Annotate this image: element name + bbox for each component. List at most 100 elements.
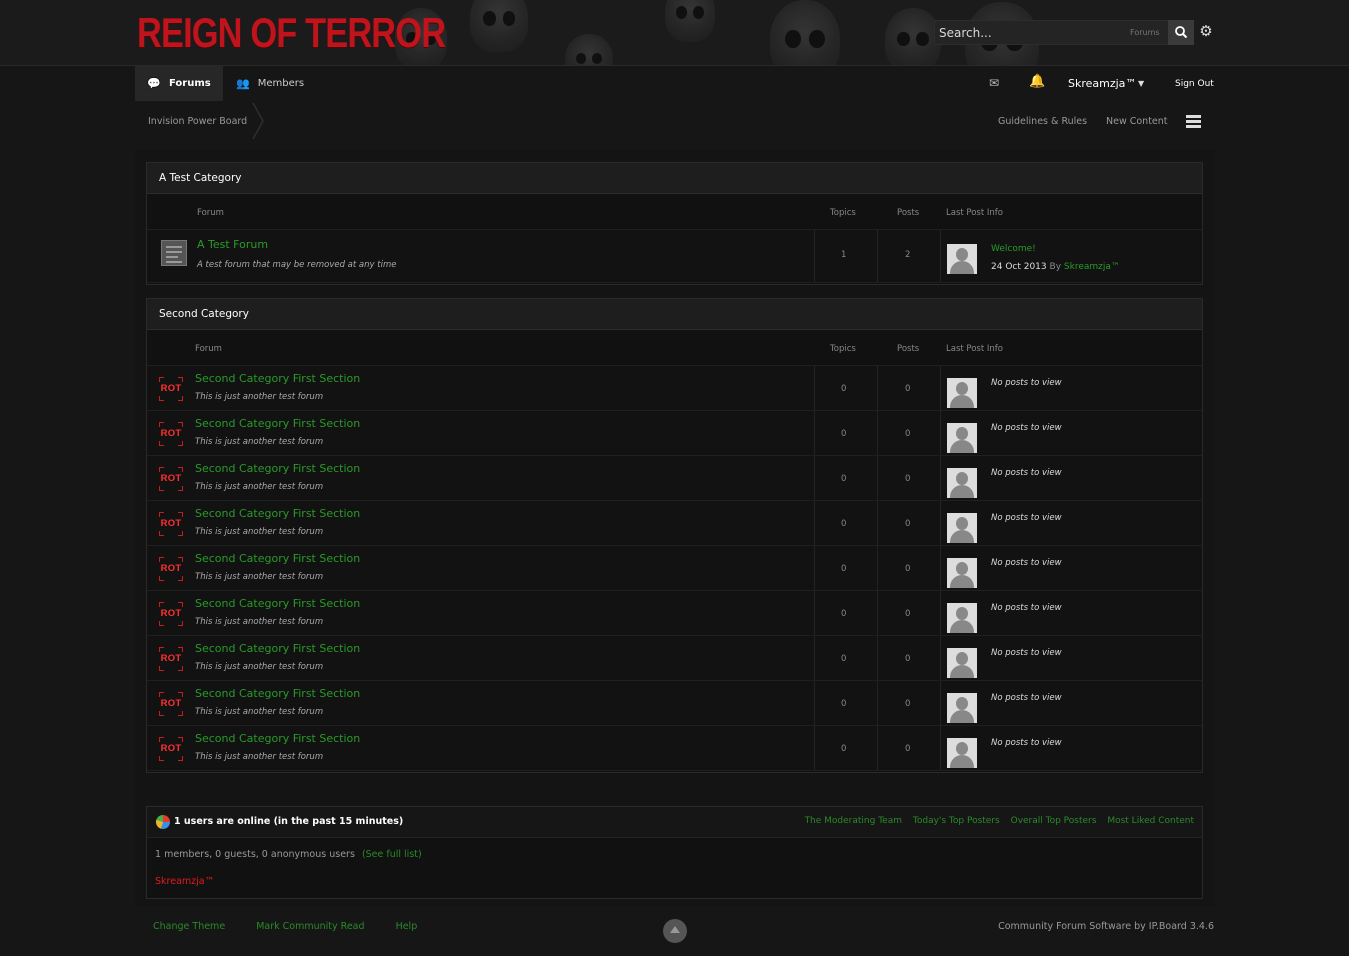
rot-forum-icon: ROT — [159, 737, 183, 761]
column-headers: Forum Topics Posts Last Post Info — [147, 330, 1202, 366]
forum-title-link[interactable]: Second Category First Section — [195, 372, 360, 385]
chevron-down-icon[interactable]: ▼ — [1138, 79, 1144, 88]
rot-icon-text: ROT — [160, 473, 182, 484]
online-users-title: 1 users are online (in the past 15 minut… — [174, 816, 404, 827]
rot-icon-text: ROT — [160, 698, 182, 709]
last-post-title[interactable]: Welcome! — [991, 244, 1036, 254]
tab-members[interactable]: 👥 Members — [236, 66, 316, 101]
overall-top-posters-link[interactable]: Overall Top Posters — [1011, 816, 1097, 826]
most-liked-content-link[interactable]: Most Liked Content — [1107, 816, 1194, 826]
forum-row: ROT Second Category First Section This i… — [147, 366, 1202, 411]
forum-read-icon — [161, 240, 187, 266]
forum-title-link[interactable]: Second Category First Section — [195, 687, 360, 700]
avatar[interactable] — [947, 244, 977, 274]
post-count: 0 — [905, 519, 911, 529]
change-theme-link[interactable]: Change Theme — [153, 921, 225, 932]
last-post-user[interactable]: Skreamzja™ — [1064, 262, 1120, 272]
online-user-link[interactable]: Skreamzja™ — [155, 876, 214, 887]
forum-title-link[interactable]: Second Category First Section — [195, 507, 360, 520]
search-button[interactable] — [1168, 20, 1194, 45]
forum-title-link[interactable]: Second Category First Section — [195, 417, 360, 430]
rot-forum-icon: ROT — [159, 467, 183, 491]
post-count: 2 — [905, 250, 911, 260]
guidelines-link[interactable]: Guidelines & Rules — [998, 116, 1087, 127]
category-title[interactable]: Second Category — [147, 299, 1202, 330]
category-title[interactable]: A Test Category — [147, 163, 1202, 194]
pie-chart-icon — [156, 815, 170, 829]
rot-icon-text: ROT — [160, 428, 182, 439]
forum-row: ROT Second Category First Section This i… — [147, 411, 1202, 456]
mail-icon[interactable]: ✉ — [989, 76, 999, 90]
avatar — [947, 558, 977, 588]
forum-row: ROT Second Category First Section This i… — [147, 546, 1202, 591]
rot-icon-text: ROT — [160, 383, 182, 394]
search-scope-label[interactable]: Forums — [1130, 28, 1160, 37]
forum-title-link[interactable]: A Test Forum — [197, 238, 268, 251]
primary-nav: 💬 Forums 👥 Members — [0, 66, 1349, 101]
avatar — [947, 603, 977, 633]
last-post-date: 24 Oct 2013 — [991, 262, 1047, 272]
col-topics: Topics — [830, 344, 856, 354]
new-content-link[interactable]: New Content — [1106, 116, 1168, 127]
forum-description: This is just another test forum — [195, 572, 324, 582]
last-post-empty: No posts to view — [991, 603, 1062, 613]
board-stats: 1 users are online (in the past 15 minut… — [146, 806, 1203, 899]
last-post-empty: No posts to view — [991, 558, 1062, 568]
topic-count: 0 — [841, 609, 847, 619]
col-last-post: Last Post Info — [946, 208, 1003, 218]
forum-title-link[interactable]: Second Category First Section — [195, 732, 360, 745]
forum-row: ROT Second Category First Section This i… — [147, 726, 1202, 771]
tab-forums[interactable]: 💬 Forums — [135, 66, 223, 101]
post-count: 0 — [905, 429, 911, 439]
col-forum: Forum — [197, 208, 224, 218]
sign-out-link[interactable]: Sign Out — [1175, 79, 1214, 89]
search-input[interactable] — [935, 21, 1125, 44]
mark-community-read-link[interactable]: Mark Community Read — [256, 921, 364, 932]
members-icon: 👥 — [236, 77, 250, 90]
forum-description: This is just another test forum — [195, 707, 324, 717]
last-post-empty: No posts to view — [991, 648, 1062, 658]
post-count: 0 — [905, 744, 911, 754]
stats-header: 1 users are online (in the past 15 minut… — [147, 807, 1202, 838]
forum-row: ROT Second Category First Section This i… — [147, 591, 1202, 636]
last-post-empty: No posts to view — [991, 738, 1062, 748]
list-view-icon[interactable] — [1186, 115, 1201, 129]
todays-top-posters-link[interactable]: Today's Top Posters — [913, 816, 1000, 826]
back-to-top-button[interactable] — [663, 919, 687, 943]
gear-icon[interactable]: ⚙ — [1198, 23, 1214, 39]
rot-forum-icon: ROT — [159, 692, 183, 716]
forum-description: This is just another test forum — [195, 482, 324, 492]
forum-row: ROT Second Category First Section This i… — [147, 456, 1202, 501]
help-link[interactable]: Help — [396, 921, 418, 932]
forum-description: This is just another test forum — [195, 392, 324, 402]
forum-title-link[interactable]: Second Category First Section — [195, 642, 360, 655]
rot-icon-text: ROT — [160, 743, 182, 754]
forum-title-link[interactable]: Second Category First Section — [195, 462, 360, 475]
forum-title-link[interactable]: Second Category First Section — [195, 552, 360, 565]
breadcrumb-separator — [252, 103, 264, 139]
forum-description: This is just another test forum — [195, 662, 324, 672]
last-post-empty: No posts to view — [991, 378, 1062, 388]
tab-forums-label: Forums — [168, 78, 211, 89]
rot-icon-text: ROT — [160, 608, 182, 619]
rot-icon-text: ROT — [160, 653, 182, 664]
avatar — [947, 423, 977, 453]
bell-icon[interactable]: 🔔 — [1029, 74, 1045, 89]
forum-title-link[interactable]: Second Category First Section — [195, 597, 360, 610]
last-post-empty: No posts to view — [991, 423, 1062, 433]
last-post-empty: No posts to view — [991, 513, 1062, 523]
post-count: 0 — [905, 699, 911, 709]
topic-count: 0 — [841, 744, 847, 754]
rot-icon-text: ROT — [160, 518, 182, 529]
breadcrumb-root[interactable]: Invision Power Board — [148, 116, 247, 127]
search-icon — [1175, 26, 1188, 39]
see-full-list-link[interactable]: (See full list) — [362, 849, 422, 860]
rot-forum-icon: ROT — [159, 377, 183, 401]
online-counts: 1 members, 0 guests, 0 anonymous users — [155, 849, 355, 860]
user-menu-name[interactable]: Skreamzja™ — [1068, 77, 1136, 90]
moderating-team-link[interactable]: The Moderating Team — [805, 816, 902, 826]
topic-count: 0 — [841, 384, 847, 394]
rot-forum-icon: ROT — [159, 647, 183, 671]
post-count: 0 — [905, 609, 911, 619]
site-logo[interactable]: REIGN OF TERROR — [137, 10, 446, 57]
